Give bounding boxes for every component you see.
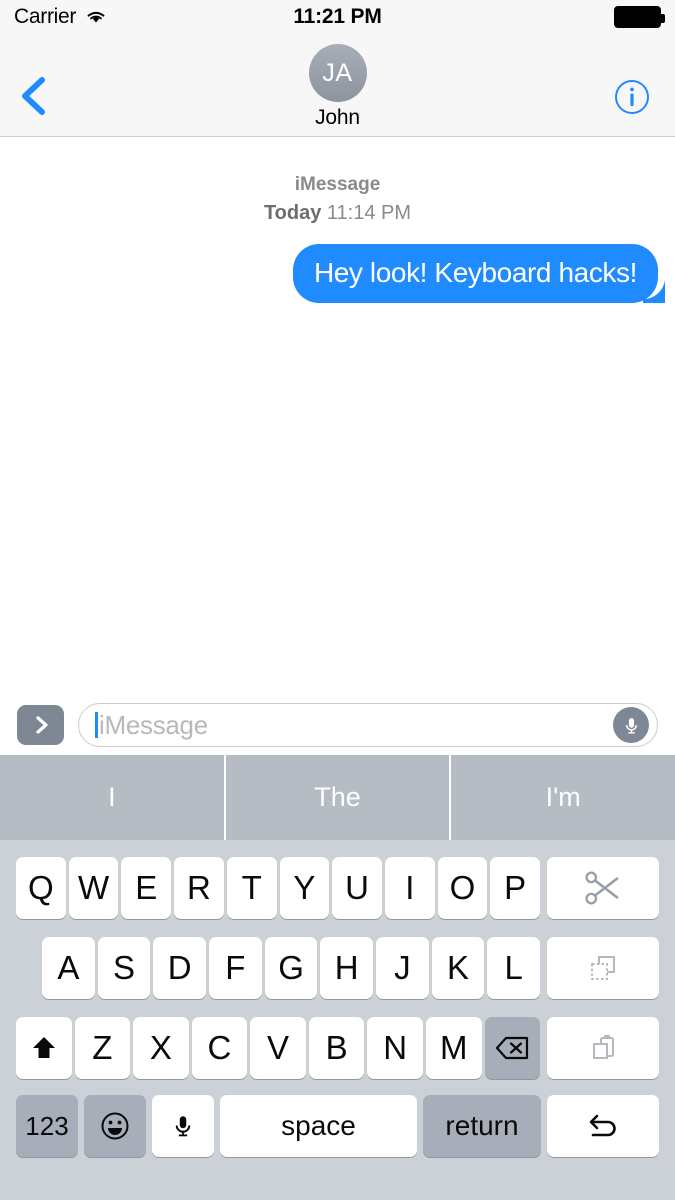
keyboard-dictation-key[interactable] bbox=[152, 1095, 214, 1157]
battery-full-icon bbox=[614, 6, 665, 28]
key-t[interactable]: T bbox=[226, 857, 277, 919]
keyboard-row-2: A S D F G H J K L bbox=[0, 928, 675, 1008]
key-g[interactable]: G bbox=[264, 937, 318, 999]
paste-clipboard-icon bbox=[593, 1035, 615, 1059]
key-y[interactable]: Y bbox=[279, 857, 330, 919]
nav-header: JA John bbox=[0, 34, 675, 137]
key-u[interactable]: U bbox=[332, 857, 382, 919]
microphone-icon bbox=[625, 717, 637, 734]
suggestion-1[interactable]: The bbox=[226, 755, 452, 840]
avatar: JA bbox=[308, 44, 367, 102]
message-input-field[interactable]: iMessage bbox=[78, 703, 658, 747]
numbers-key[interactable]: 123 bbox=[16, 1095, 78, 1157]
key-q[interactable]: Q bbox=[16, 857, 66, 919]
key-a[interactable]: A bbox=[42, 937, 95, 999]
chevron-left-icon bbox=[22, 77, 45, 115]
key-l[interactable]: L bbox=[487, 937, 541, 999]
key-h[interactable]: H bbox=[320, 937, 374, 999]
keyboard-row-3: Z X C V B N M bbox=[0, 1008, 675, 1088]
message-row: Hey look! Keyboard hacks! bbox=[17, 243, 666, 303]
key-f[interactable]: F bbox=[209, 937, 262, 999]
contact-name: John bbox=[315, 106, 360, 129]
app-drawer-button[interactable] bbox=[17, 705, 64, 745]
message-meta: iMessage Today 11:14 PM bbox=[17, 171, 658, 228]
info-circle-icon bbox=[615, 80, 649, 114]
text-caret bbox=[95, 712, 98, 738]
dictation-button[interactable] bbox=[613, 707, 649, 743]
chevron-right-icon bbox=[35, 716, 48, 734]
undo-key[interactable] bbox=[547, 1095, 659, 1157]
key-k[interactable]: K bbox=[431, 937, 485, 999]
copy-icon bbox=[591, 956, 616, 980]
time-label: 11:14 PM bbox=[326, 201, 412, 224]
key-v[interactable]: V bbox=[250, 1017, 306, 1079]
status-bar-right bbox=[614, 6, 665, 28]
predictive-text-bar: I The I'm bbox=[0, 755, 675, 840]
status-bar: Carrier 11:21 PM bbox=[0, 0, 675, 34]
key-r[interactable]: R bbox=[174, 857, 224, 919]
message-input-placeholder: iMessage bbox=[99, 709, 208, 740]
key-m[interactable]: M bbox=[425, 1017, 482, 1079]
contact-header[interactable]: JA John bbox=[308, 34, 367, 130]
key-w[interactable]: W bbox=[68, 857, 119, 919]
key-o[interactable]: O bbox=[437, 857, 488, 919]
key-b[interactable]: B bbox=[308, 1017, 365, 1079]
avatar-initials: JA bbox=[322, 58, 353, 87]
emoji-smiley-icon bbox=[101, 1112, 129, 1140]
space-key[interactable]: space bbox=[220, 1095, 417, 1157]
suggestion-2[interactable]: I'm bbox=[451, 755, 675, 840]
key-n[interactable]: N bbox=[367, 1017, 423, 1079]
undo-arrow-icon bbox=[589, 1114, 616, 1137]
delete-backspace-icon bbox=[496, 1036, 529, 1060]
shift-key[interactable] bbox=[16, 1017, 72, 1079]
emoji-key[interactable] bbox=[84, 1095, 146, 1157]
key-d[interactable]: D bbox=[153, 937, 207, 999]
keyboard-row-4: 123 space return bbox=[0, 1088, 675, 1164]
shift-arrow-icon bbox=[32, 1037, 55, 1058]
status-time: 11:21 PM bbox=[293, 5, 382, 28]
copy-key[interactable] bbox=[547, 937, 660, 999]
message-timestamp: Today 11:14 PM bbox=[264, 202, 411, 224]
key-s[interactable]: S bbox=[97, 937, 151, 999]
message-input-bar: iMessage bbox=[0, 695, 675, 755]
key-x[interactable]: X bbox=[133, 1017, 189, 1079]
key-e[interactable]: E bbox=[121, 857, 172, 919]
microphone-icon bbox=[175, 1116, 191, 1137]
return-key[interactable]: return bbox=[423, 1095, 541, 1157]
paste-key[interactable] bbox=[547, 1017, 660, 1079]
back-button[interactable] bbox=[16, 74, 50, 118]
day-label: Today bbox=[263, 201, 322, 224]
virtual-keyboard: Q W E R T Y U I O P A S D F G H J K L Z … bbox=[0, 840, 675, 1200]
key-i[interactable]: I bbox=[384, 857, 435, 919]
key-j[interactable]: J bbox=[376, 937, 429, 999]
conversation-thread: iMessage Today 11:14 PM Hey look! Keyboa… bbox=[0, 137, 675, 755]
delete-key[interactable] bbox=[484, 1017, 541, 1079]
key-p[interactable]: P bbox=[490, 857, 541, 919]
scissors-cut-icon bbox=[585, 871, 619, 905]
key-c[interactable]: C bbox=[191, 1017, 248, 1079]
suggestion-0[interactable]: I bbox=[0, 755, 226, 840]
info-button[interactable] bbox=[613, 78, 651, 116]
key-z[interactable]: Z bbox=[74, 1017, 131, 1079]
service-label: iMessage bbox=[294, 174, 381, 195]
cut-key[interactable] bbox=[547, 857, 660, 919]
keyboard-row-1: Q W E R T Y U I O P bbox=[0, 848, 675, 928]
message-bubble-sent[interactable]: Hey look! Keyboard hacks! bbox=[292, 243, 666, 303]
